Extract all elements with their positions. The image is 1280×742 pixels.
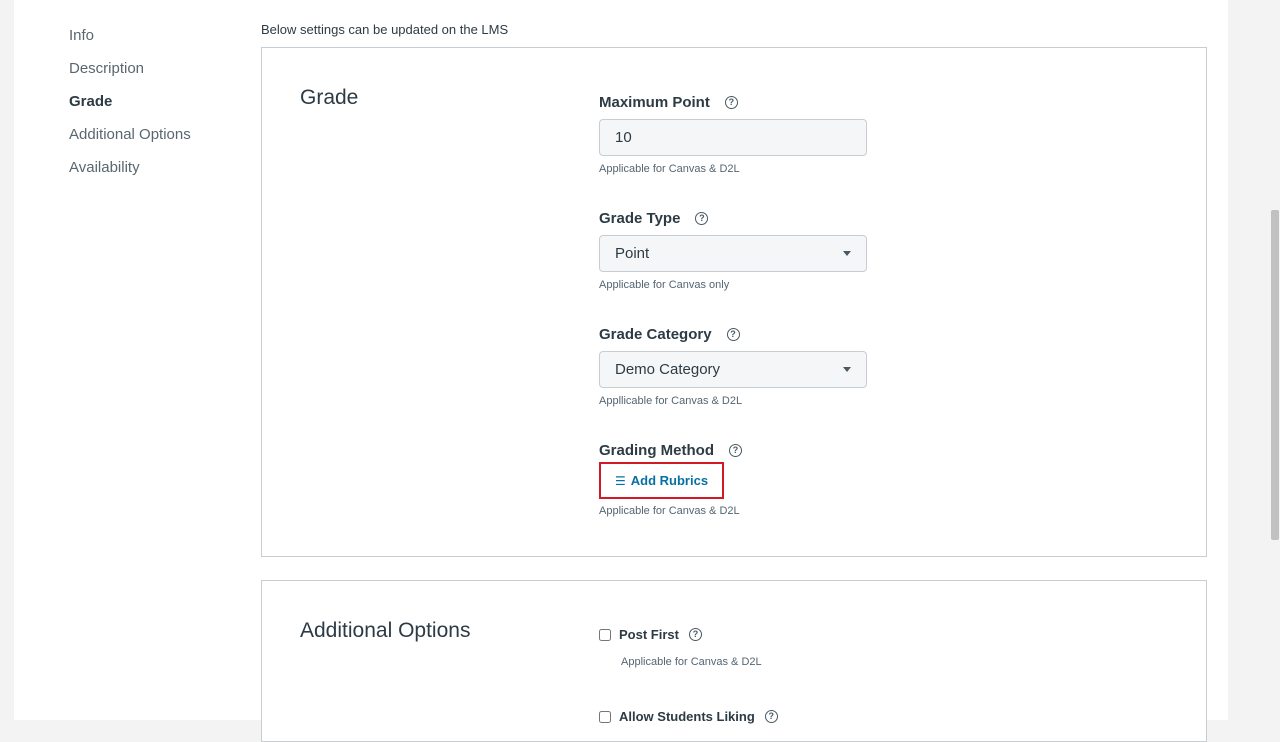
grading-method-field: Grading Method ? ☰ Add Rubrics Applicabl… [599,442,742,517]
nav-item-grade[interactable]: Grade [69,92,191,125]
additional-options-title: Additional Options [300,619,471,642]
post-first-checkbox[interactable] [599,628,611,641]
maximum-point-input[interactable]: 10 [599,119,867,156]
maximum-point-label: Maximum Point [599,94,710,111]
chevron-down-icon [843,367,851,372]
grade-type-hint: Applicable for Canvas only [599,279,730,291]
grade-category-value: Demo Category [615,361,721,378]
nav-item-info[interactable]: Info [69,26,191,59]
nav-item-availability[interactable]: Availability [69,158,191,191]
grade-type-field: Grade Type ? Point Applicable for Canvas… [599,210,867,291]
grade-category-select[interactable]: Demo Category [599,351,867,388]
help-circle-icon[interactable]: ? [764,710,778,723]
post-first-row: Post First ? [599,627,762,642]
maximum-point-field: Maximum Point ? 10 Applicable for Canvas… [599,94,867,175]
nav-item-additional-options[interactable]: Additional Options [69,125,191,158]
page-scrollbar[interactable] [1270,0,1280,720]
grading-method-hint: Applicable for Canvas & D2L [599,505,740,517]
maximum-point-label-row: Maximum Point ? [599,94,867,111]
grade-type-select[interactable]: Point [599,235,867,272]
allow-liking-row: Allow Students Liking ? [599,709,778,724]
allow-liking-field: Allow Students Liking ? [599,709,778,724]
allow-liking-label: Allow Students Liking [619,709,755,724]
nav-item-description[interactable]: Description [69,59,191,92]
intro-text: Below settings can be updated on the LMS [261,22,509,37]
post-first-hint: Applicable for Canvas & D2L [621,656,762,668]
additional-options-section: Additional Options Post First ? Applicab… [261,580,1207,742]
grade-section-title: Grade [300,86,359,109]
grade-section: Grade Maximum Point ? 10 Applicable for … [261,47,1207,557]
grading-method-label: Grading Method [599,442,714,459]
help-circle-icon[interactable]: ? [695,212,709,225]
post-first-label: Post First [619,627,679,642]
section-nav: Info Description Grade Additional Option… [69,26,191,191]
maximum-point-value: 10 [615,129,632,146]
grade-category-label-row: Grade Category ? [599,326,867,343]
scrollbar-thumb[interactable] [1271,210,1279,540]
grade-category-hint: Appllicable for Canvas & D2L [599,395,743,407]
help-circle-icon[interactable]: ? [729,444,742,457]
settings-page: Info Description Grade Additional Option… [14,0,1228,742]
help-circle-icon[interactable]: ? [726,328,740,341]
grade-category-label: Grade Category [599,326,712,343]
grading-method-label-row: Grading Method ? [599,442,742,459]
add-rubrics-label: Add Rubrics [630,473,709,488]
add-rubrics-button[interactable]: ☰ Add Rubrics [615,473,708,488]
help-circle-icon[interactable]: ? [724,96,738,109]
rubric-list-icon: ☰ [615,473,626,488]
grade-category-field: Grade Category ? Demo Category Appllicab… [599,326,867,407]
allow-liking-checkbox[interactable] [599,710,611,723]
maximum-point-hint: Applicable for Canvas & D2L [599,163,740,175]
post-first-field: Post First ? Applicable for Canvas & D2L [599,627,762,668]
add-rubrics-highlight: ☰ Add Rubrics [599,462,724,499]
grade-type-label: Grade Type [599,210,681,227]
chevron-down-icon [843,251,851,256]
help-circle-icon[interactable]: ? [688,628,702,641]
grade-type-label-row: Grade Type ? [599,210,867,227]
grade-type-value: Point [615,245,650,262]
